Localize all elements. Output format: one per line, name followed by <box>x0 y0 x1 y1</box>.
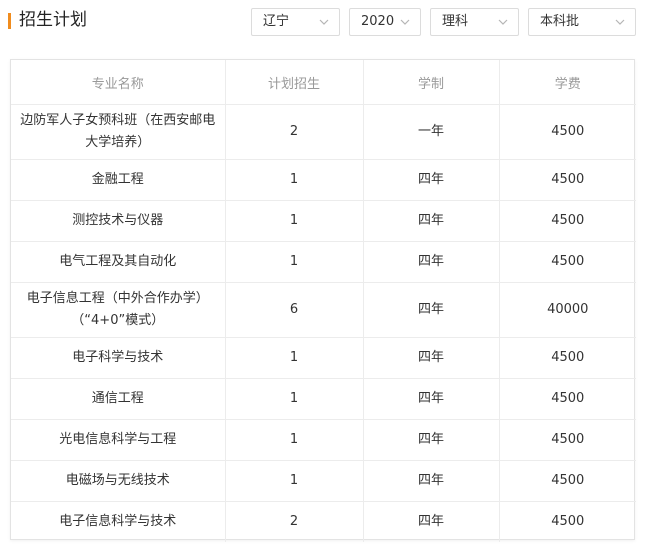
cell-plan: 1 <box>225 200 364 242</box>
batch-select-value: 本科批 <box>540 14 580 29</box>
cell-plan: 1 <box>225 378 364 420</box>
cell-major: 边防军人子女预科班（在西安邮电大学培养） <box>11 104 226 160</box>
cell-duration: 四年 <box>363 501 500 542</box>
cell-duration: 四年 <box>363 282 500 338</box>
cell-plan: 1 <box>225 241 364 283</box>
column-header-duration: 学制 <box>363 60 500 105</box>
header: 招生计划 辽宁 2020 理科 本科批 <box>0 0 645 46</box>
cell-major: 电子信息科学与技术 <box>11 501 226 542</box>
cell-fee: 4500 <box>499 104 636 160</box>
year-select-value: 2020 <box>361 14 395 29</box>
cell-major: 电气工程及其自动化 <box>11 241 226 283</box>
table-row: 电磁场与无线技术 1 四年 4500 <box>11 460 636 502</box>
page-title: 招生计划 <box>19 10 87 30</box>
cell-fee: 40000 <box>499 282 636 338</box>
cell-duration: 四年 <box>363 337 500 379</box>
column-header-plan: 计划招生 <box>225 60 364 105</box>
cell-fee: 4500 <box>499 378 636 420</box>
enrollment-plan-table: 专业名称 计划招生 学制 学费 边防军人子女预科班（在西安邮电大学培养） 2 一… <box>10 59 636 542</box>
column-header-major: 专业名称 <box>11 60 226 105</box>
cell-major: 测控技术与仪器 <box>11 200 226 242</box>
subject-select[interactable]: 理科 <box>430 8 519 36</box>
table-row: 电子信息工程（中外合作办学）（“4+0”模式） 6 四年 40000 <box>11 282 636 338</box>
cell-fee: 4500 <box>499 159 636 201</box>
cell-fee: 4500 <box>499 460 636 502</box>
cell-plan: 1 <box>225 460 364 502</box>
cell-major: 电磁场与无线技术 <box>11 460 226 502</box>
cell-fee: 4500 <box>551 514 585 529</box>
cell-fee: 4500 <box>499 419 636 461</box>
table-row: 金融工程 1 四年 4500 <box>11 159 636 201</box>
column-header-fee: 学费 <box>499 60 636 105</box>
batch-select[interactable]: 本科批 <box>528 8 636 36</box>
cell-major: 电子科学与技术 <box>11 337 226 379</box>
cell-duration: 四年 <box>363 241 500 283</box>
table-row: 电子科学与技术 1 四年 4500 <box>11 337 636 379</box>
cell-major: 电子信息工程（中外合作办学）（“4+0”模式） <box>11 282 226 338</box>
cell-plan: 2 <box>225 104 364 160</box>
cell-fee: 4500 <box>499 241 636 283</box>
cell-plan: 2 <box>225 501 364 542</box>
table-row: 电子信息科学与技术 2 四年 4500 <box>11 501 636 542</box>
cell-major: 金融工程 <box>11 159 226 201</box>
province-select[interactable]: 辽宁 <box>251 8 340 36</box>
chevron-down-icon <box>615 19 625 25</box>
table-row: 通信工程 1 四年 4500 <box>11 378 636 420</box>
year-select[interactable]: 2020 <box>349 8 421 36</box>
cell-plan: 6 <box>225 282 364 338</box>
cell-duration: 四年 <box>363 419 500 461</box>
cell-duration: 一年 <box>363 104 500 160</box>
chevron-down-icon <box>319 19 329 25</box>
cell-plan: 1 <box>225 419 364 461</box>
cell-duration: 四年 <box>363 378 500 420</box>
table-header-row: 专业名称 计划招生 学制 学费 <box>11 60 636 105</box>
cell-major: 通信工程 <box>11 378 226 420</box>
chevron-down-icon <box>400 19 410 25</box>
cell-plan: 1 <box>225 159 364 201</box>
title-accent-bar <box>8 13 11 29</box>
table-row: 光电信息科学与工程 1 四年 4500 <box>11 419 636 461</box>
province-select-value: 辽宁 <box>263 14 290 29</box>
cell-duration: 四年 <box>363 460 500 502</box>
cell-duration: 四年 <box>363 200 500 242</box>
table-row: 测控技术与仪器 1 四年 4500 <box>11 200 636 242</box>
cell-major: 光电信息科学与工程 <box>11 419 226 461</box>
cell-duration: 四年 <box>363 159 500 201</box>
table-row: 电气工程及其自动化 1 四年 4500 <box>11 241 636 283</box>
table-row: 边防军人子女预科班（在西安邮电大学培养） 2 一年 4500 <box>11 104 636 160</box>
cell-fee: 4500 <box>499 337 636 379</box>
subject-select-value: 理科 <box>442 14 469 29</box>
cell-plan: 1 <box>225 337 364 379</box>
chevron-down-icon <box>498 19 508 25</box>
table: 专业名称 计划招生 学制 学费 边防军人子女预科班（在西安邮电大学培养） 2 一… <box>11 60 636 542</box>
cell-fee: 4500 <box>499 200 636 242</box>
